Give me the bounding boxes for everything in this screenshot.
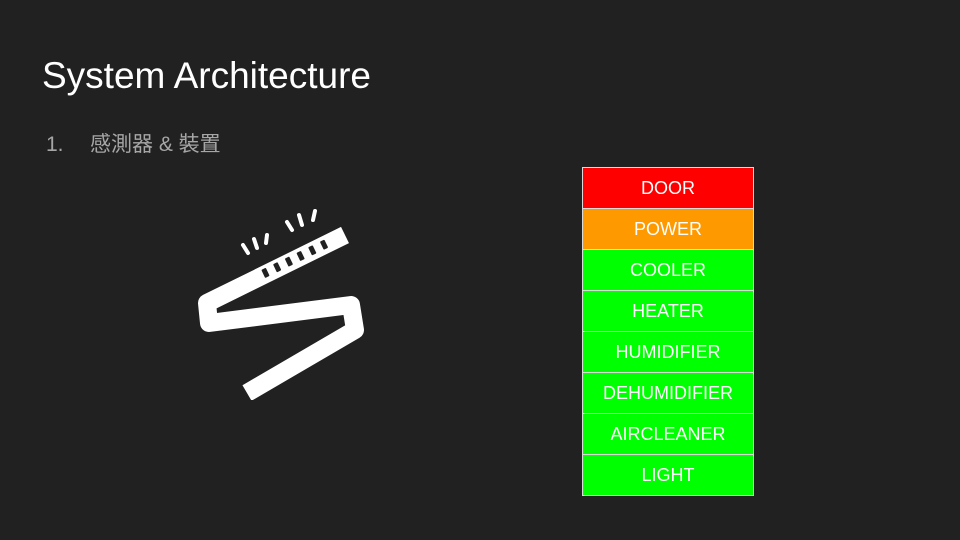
device-label: LIGHT [582, 454, 754, 496]
bullet-item: 1. 感測器 & 裝置 [46, 131, 221, 158]
device-label: DOOR [582, 167, 754, 209]
device-row: COOLER [582, 249, 754, 291]
device-row: HEATER [582, 290, 754, 332]
device-row: POWER [582, 208, 754, 250]
device-label: POWER [582, 208, 754, 250]
device-label: DEHUMIDIFIER [582, 372, 754, 414]
device-label: AIRCLEANER [582, 413, 754, 455]
bullet-number: 1. [46, 133, 64, 156]
device-status-table: DOOR POWER COOLER HEATER HUMIDIFIER DEHUMIDIF… [582, 167, 754, 496]
device-label: HEATER [582, 290, 754, 332]
device-row: HUMIDIFIER [582, 331, 754, 373]
device-row: LIGHT [582, 454, 754, 496]
slide-title: System Architecture [42, 55, 372, 96]
device-row: DEHUMIDIFIER [582, 372, 754, 414]
device-label: HUMIDIFIER [582, 331, 754, 373]
sensor-strip-icon [198, 209, 364, 400]
device-label: COOLER [582, 249, 754, 291]
strip-body [198, 226, 364, 400]
device-row: DOOR [582, 167, 754, 209]
bullet-text: 感測器 & 裝置 [90, 133, 221, 156]
bullet-list: 1. 感測器 & 裝置 [46, 131, 221, 158]
device-row: AIRCLEANER [582, 413, 754, 455]
